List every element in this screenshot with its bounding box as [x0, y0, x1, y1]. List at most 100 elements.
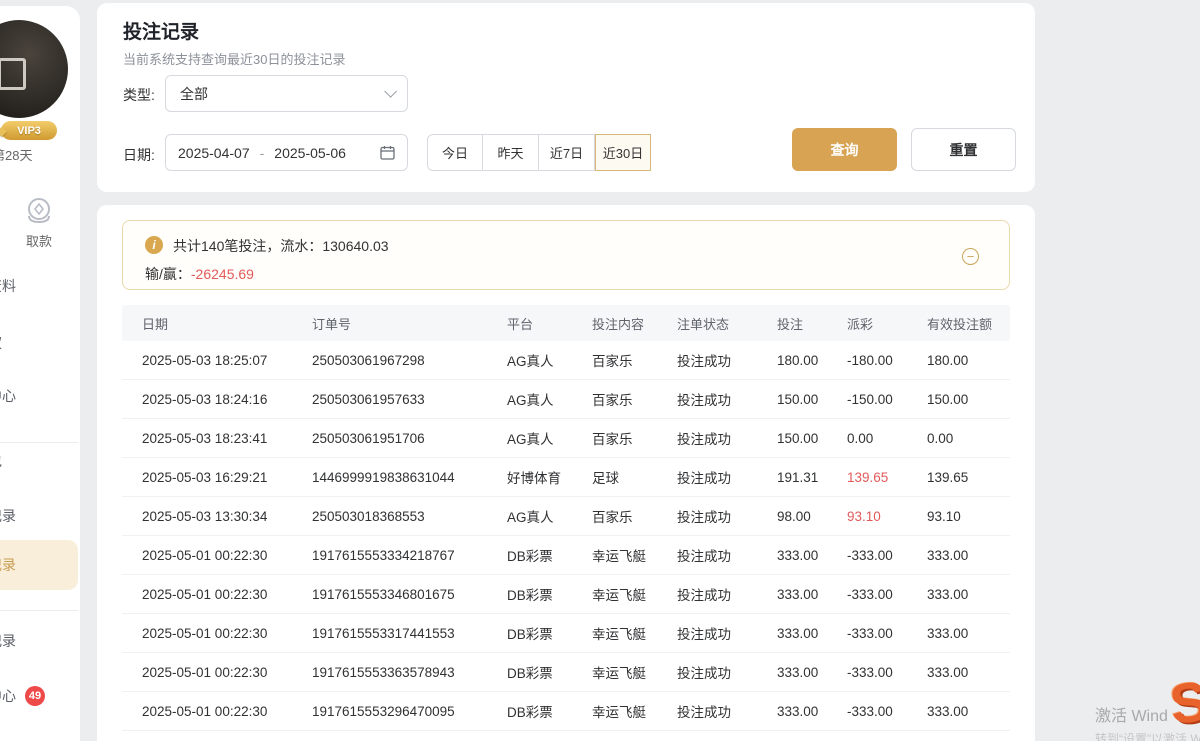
quick-range-button[interactable]: 今日 [427, 134, 483, 171]
cell-platform: AG真人 [507, 389, 592, 409]
table-row: 2025-05-01 00:22:30 1917615553363578943 … [122, 653, 1010, 692]
sidebar-menu-item[interactable]: 记录 [0, 491, 78, 541]
sidebar: ◆ VIP3 第28天 取款 资料 权 中心 包 [0, 6, 80, 741]
type-select-value: 全部 [180, 84, 208, 104]
sidebar-menu-item[interactable]: 资料 [0, 261, 78, 311]
vip-badge-label: VIP3 [17, 125, 41, 137]
cell-bet-content: 足球 [592, 467, 677, 487]
cell-bet-amount: 150.00 [777, 431, 847, 446]
collapse-icon[interactable]: − [962, 248, 979, 265]
cell-valid-amount: 93.10 [927, 509, 1010, 524]
cell-platform: AG真人 [507, 428, 592, 448]
cell-payout: -333.00 [847, 587, 927, 602]
quick-range-label: 近30日 [603, 143, 643, 162]
quick-range-button[interactable]: 昨天 [483, 134, 539, 171]
cell-platform: DB彩票 [507, 701, 592, 721]
cell-bet-content: 百家乐 [592, 389, 677, 409]
cell-platform: AG真人 [507, 506, 592, 526]
sidebar-divider [0, 442, 78, 443]
quick-range-label: 今日 [442, 143, 468, 162]
table-row: 2025-05-03 16:29:21 1446999919838631044 … [122, 458, 1010, 497]
cell-valid-amount: 333.00 [927, 665, 1010, 680]
sidebar-item-label: 中心 [0, 686, 16, 706]
cell-bet-content: 幸运飞艇 [592, 701, 677, 721]
sidebar-menu-item[interactable]: 记录 [0, 616, 78, 666]
cell-valid-amount: 333.00 [927, 587, 1010, 602]
table-header-row: 日期 订单号 平台 投注内容 注单状态 投注 派彩 有效投注额 [122, 305, 1010, 341]
cell-date: 2025-05-01 00:22:30 [142, 548, 312, 563]
summary-winloss: 输/赢：-26245.69 [145, 264, 254, 284]
chevron-down-icon [384, 85, 397, 98]
sidebar-item-label: 记录 [0, 631, 16, 651]
avatar[interactable] [0, 20, 68, 118]
type-select[interactable]: 全部 [165, 75, 408, 112]
quick-range-label: 近7日 [550, 143, 583, 162]
cell-platform: AG真人 [507, 350, 592, 370]
sidebar-item-label: 中心 [0, 386, 16, 406]
cell-order-number: 1917615553334218767 [312, 548, 507, 563]
cell-order-number: 1446999919838631044 [312, 470, 507, 485]
date-end-value: 2025-05-06 [274, 145, 346, 161]
cell-order-number: 1917615553346801675 [312, 587, 507, 602]
cell-bet-amount: 191.31 [777, 470, 847, 485]
cell-date: 2025-05-03 18:23:41 [142, 431, 312, 446]
sidebar-menu-item[interactable]: 包 [0, 436, 78, 486]
cell-status: 投注成功 [677, 623, 777, 643]
withdraw-icon [22, 196, 56, 228]
table-row: 2025-05-01 00:22:30 1917615553317441553 … [122, 614, 1010, 653]
cell-status: 投注成功 [677, 467, 777, 487]
cell-order-number: 250503061957633 [312, 392, 507, 407]
date-start-value: 2025-04-07 [178, 145, 250, 161]
cell-bet-amount: 333.00 [777, 704, 847, 719]
floating-service-icon[interactable]: S [1154, 668, 1200, 738]
cell-order-number: 250503018368553 [312, 509, 507, 524]
table-header-cell: 订单号 [312, 314, 507, 333]
calendar-icon [380, 145, 395, 160]
cell-bet-amount: 98.00 [777, 509, 847, 524]
cell-valid-amount: 139.65 [927, 470, 1010, 485]
quick-range-button[interactable]: 近30日 [595, 134, 651, 171]
cell-payout: -150.00 [847, 392, 927, 407]
vip-badge: ◆ VIP3 [1, 121, 57, 140]
table-header-cell: 注单状态 [677, 314, 777, 333]
cell-valid-amount: 180.00 [927, 353, 1010, 368]
cell-bet-content: 幸运飞艇 [592, 584, 677, 604]
sidebar-menu-item[interactable]: 权 [0, 318, 78, 368]
sidebar-menu-item[interactable]: 中心 49 [0, 671, 78, 721]
winloss-label: 输/赢： [145, 266, 191, 282]
signin-days-text: 第28天 [0, 145, 32, 164]
cell-platform: 好博体育 [507, 467, 592, 487]
notification-badge: 49 [25, 686, 45, 706]
cell-status: 投注成功 [677, 545, 777, 565]
reset-button[interactable]: 重置 [911, 128, 1016, 171]
table-row: 2025-05-01 00:22:30 1917615553334218767 … [122, 536, 1010, 575]
table-row: 2025-05-03 13:30:34 250503018368553 AG真人… [122, 497, 1010, 536]
table-row: 2025-05-01 00:22:30 1917615553296470095 … [122, 692, 1010, 731]
records-table-body: 2025-05-03 18:25:07 250503061967298 AG真人… [122, 341, 1010, 731]
sidebar-menu-item[interactable]: 记录 [0, 540, 78, 590]
cell-payout: -333.00 [847, 626, 927, 641]
cell-bet-amount: 333.00 [777, 548, 847, 563]
cell-payout: 139.65 [847, 470, 927, 485]
sidebar-divider [0, 610, 78, 611]
cell-status: 投注成功 [677, 428, 777, 448]
query-button[interactable]: 查询 [792, 128, 897, 171]
quick-range-button[interactable]: 近7日 [539, 134, 595, 171]
cell-order-number: 250503061951706 [312, 431, 507, 446]
withdraw-label: 取款 [22, 231, 56, 250]
table-header-cell: 平台 [507, 314, 592, 333]
date-range-input[interactable]: 2025-04-07 - 2025-05-06 [165, 134, 408, 171]
cell-bet-amount: 150.00 [777, 392, 847, 407]
withdraw-shortcut[interactable]: 取款 [22, 196, 56, 250]
date-separator: - [260, 145, 265, 161]
sidebar-menu-item[interactable]: 中心 [0, 371, 78, 421]
cell-status: 投注成功 [677, 701, 777, 721]
cell-valid-amount: 0.00 [927, 431, 1010, 446]
cell-order-number: 1917615553363578943 [312, 665, 507, 680]
diamond-icon: ◆ [0, 124, 10, 137]
sidebar-item-label: 资料 [0, 276, 16, 296]
summary-banner: i 共计140笔投注，流水：130640.03 输/赢：-26245.69 − [122, 220, 1010, 290]
table-header-cell: 日期 [142, 314, 312, 333]
cell-bet-content: 幸运飞艇 [592, 623, 677, 643]
cell-date: 2025-05-03 13:30:34 [142, 509, 312, 524]
